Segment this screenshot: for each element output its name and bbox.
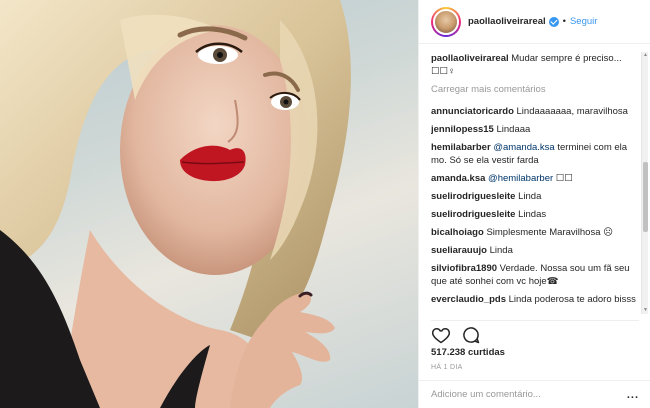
comment-text: Linda poderosa te adoro bisss (508, 294, 636, 305)
comment-text: Lindaaa (496, 124, 531, 135)
scroll-down-icon[interactable]: ▼ (642, 307, 649, 314)
post-date[interactable]: HÁ 1 DIA (431, 364, 463, 371)
post-photo[interactable] (0, 0, 418, 408)
comment-username[interactable]: hemilabarber (431, 142, 491, 153)
verified-badge-icon (548, 16, 559, 27)
avatar[interactable] (431, 6, 461, 37)
comment-text: Lindas (518, 209, 547, 220)
comment-username[interactable]: annunciatoricardo (431, 106, 514, 117)
heart-icon[interactable] (431, 325, 451, 345)
comment-icon[interactable] (461, 325, 481, 345)
comment-text: Linda (489, 245, 513, 256)
follow-button[interactable]: Seguir (570, 16, 597, 27)
comment-item: suelirodriguesleite Lindas (431, 208, 639, 221)
comment-item: amanda.ksa @hemilabarber ☐☐ (431, 172, 639, 185)
comment-text: Simplesmente Maravilhosa ☹ (486, 227, 614, 238)
comment-item: jennilopess15 Lindaaa (431, 123, 639, 136)
comment-username[interactable]: amanda.ksa (431, 173, 485, 184)
comment-item: silviofibra1890 Verdade. Nossa sou um fã… (431, 262, 639, 288)
comment-username[interactable]: jennilopess15 (431, 124, 494, 135)
comment-mention[interactable]: @amanda.ksa (493, 142, 554, 153)
caption-user[interactable]: paollaoliveirareal (431, 53, 509, 64)
comment-item: bicalhoiago Simplesmente Maravilhosa ☹ (431, 226, 639, 239)
scrollbar-thumb[interactable] (643, 162, 648, 232)
add-comment-bar: ... (419, 380, 650, 408)
scroll-up-icon[interactable]: ▲ (642, 52, 649, 59)
comments-list[interactable]: paollaoliveirareal Mudar sempre é precis… (431, 52, 639, 312)
action-bar (431, 320, 639, 345)
comments-scrollbar[interactable]: ▲ ▼ (641, 52, 648, 314)
comment-item: annunciatoricardo Lindaaaaaaa, maravilho… (431, 105, 639, 118)
comment-username[interactable]: bicalhoiago (431, 227, 484, 238)
caption: paollaoliveirareal Mudar sempre é precis… (431, 52, 639, 78)
comment-input[interactable] (431, 389, 611, 400)
portrait-image (0, 0, 351, 408)
comment-username[interactable]: sueliarauujo (431, 245, 487, 256)
comment-text: Lindaaaaaaa, maravilhosa (516, 106, 628, 117)
comment-username[interactable]: silviofibra1890 (431, 263, 497, 274)
comment-username[interactable]: everclaudio_pds (431, 294, 506, 305)
comment-item: hemilabarber @amanda.ksa terminei com el… (431, 141, 639, 167)
post-header: paollaoliveirareal • Seguir (419, 0, 650, 44)
comment-username[interactable]: suelirodriguesleite (431, 209, 515, 220)
comment-item: everclaudio_pds Linda poderosa te adoro … (431, 293, 639, 306)
comment-item: sueliarauujo Linda (431, 244, 639, 257)
author-username[interactable]: paollaoliveirareal (468, 16, 546, 27)
separator-dot: • (562, 16, 566, 27)
post-side-panel: paollaoliveirareal • Seguir paollaolivei… (418, 0, 650, 408)
comment-item: suelirodriguesleite Linda (431, 190, 639, 203)
comment-text: Linda (518, 191, 542, 202)
comment-username[interactable]: suelirodriguesleite (431, 191, 515, 202)
comment-mention[interactable]: @hemilabarber (488, 173, 553, 184)
like-count[interactable]: 517.238 curtidas (431, 347, 505, 358)
load-more-comments-link[interactable]: Carregar mais comentários (431, 83, 639, 96)
comment-text: ☐☐ (555, 173, 573, 184)
more-options-icon[interactable]: ... (627, 389, 639, 401)
